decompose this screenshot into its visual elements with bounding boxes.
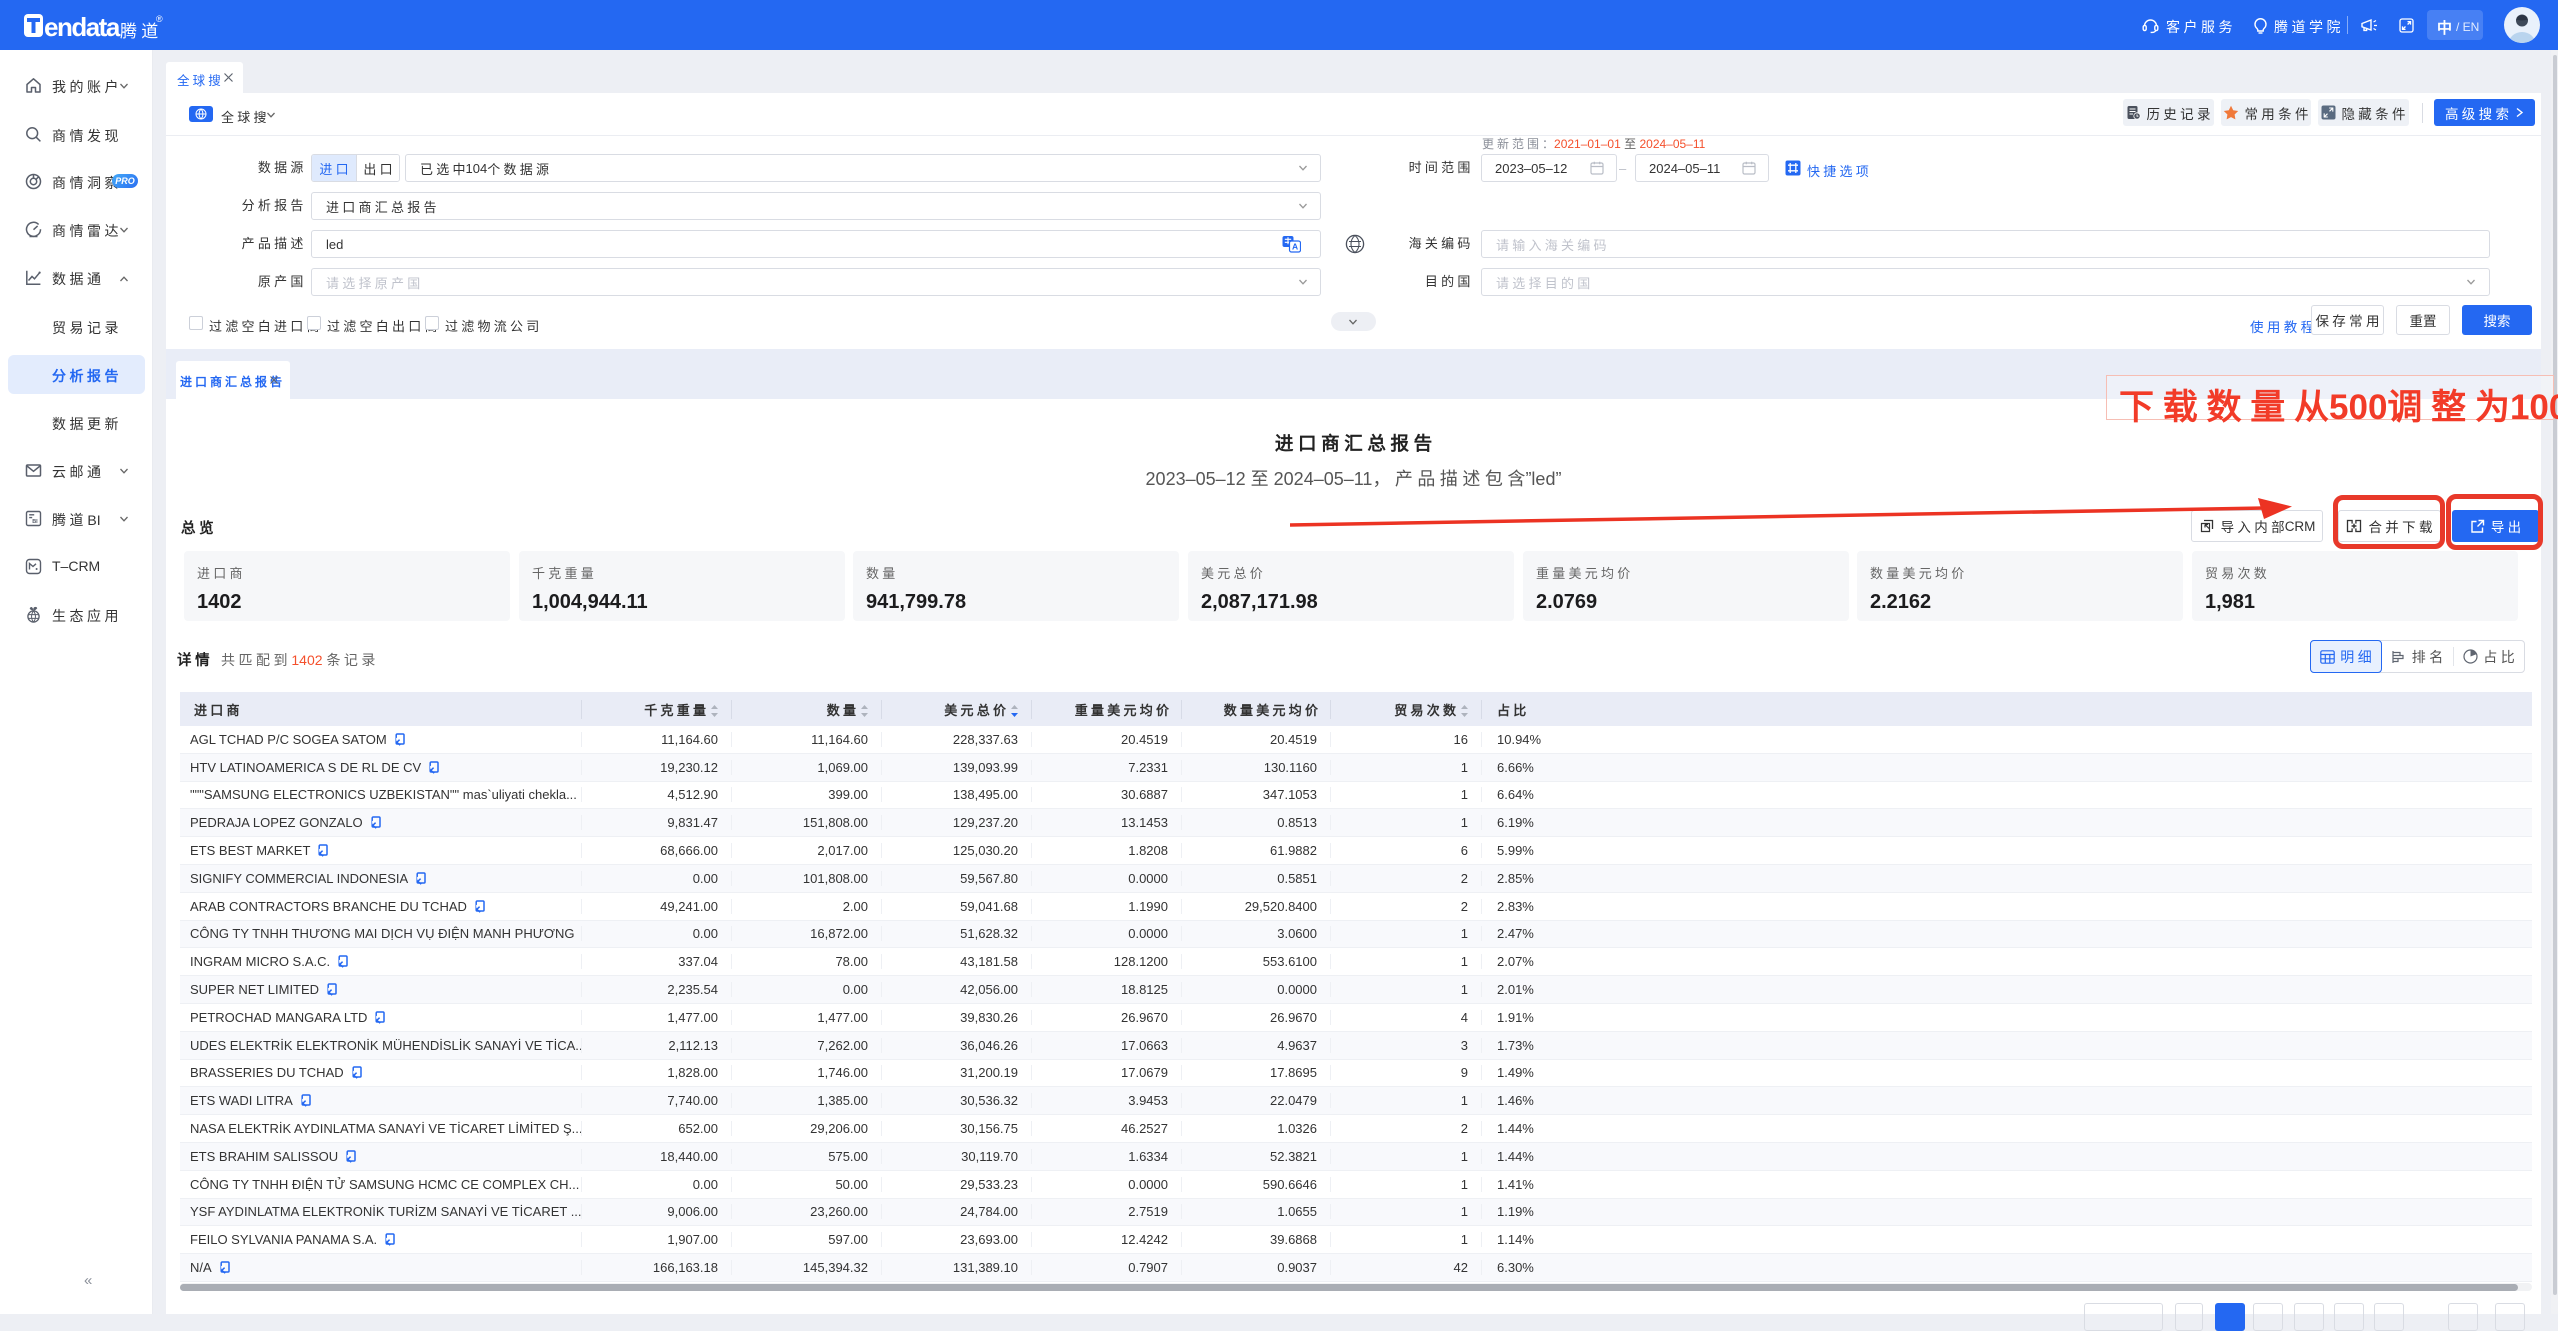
svg-text:BI: BI — [32, 519, 38, 525]
svg-text:A: A — [1292, 242, 1298, 252]
